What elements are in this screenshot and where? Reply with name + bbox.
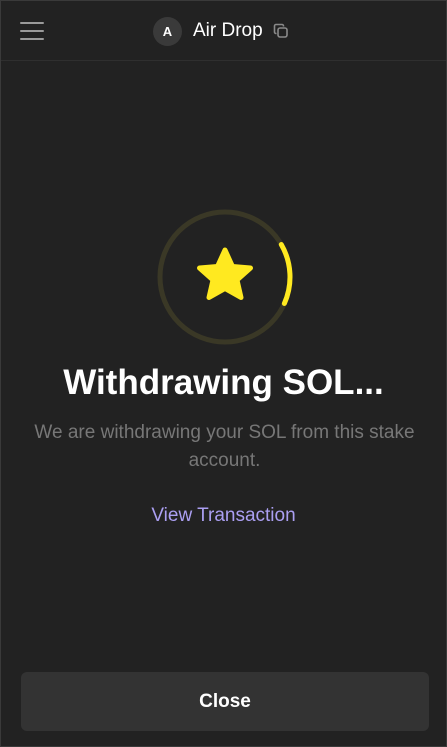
view-transaction-link[interactable]: View Transaction <box>1 505 446 527</box>
status-title: Withdrawing SOL... <box>63 363 384 402</box>
star-icon <box>197 247 253 300</box>
account-selector[interactable]: A Air Drop <box>153 16 289 46</box>
status-description: We are withdrawing your SOL from this st… <box>34 422 415 471</box>
copy-icon[interactable] <box>273 23 289 39</box>
account-name: Air Drop <box>193 20 263 41</box>
close-button[interactable]: Close <box>21 672 429 731</box>
withdraw-progress-indicator <box>156 208 294 346</box>
avatar: A <box>153 16 182 46</box>
app-window: A Air Drop Withdrawing SOL... We are wit… <box>0 0 447 747</box>
header: A Air Drop <box>1 1 446 61</box>
hamburger-menu-icon[interactable] <box>20 21 44 41</box>
